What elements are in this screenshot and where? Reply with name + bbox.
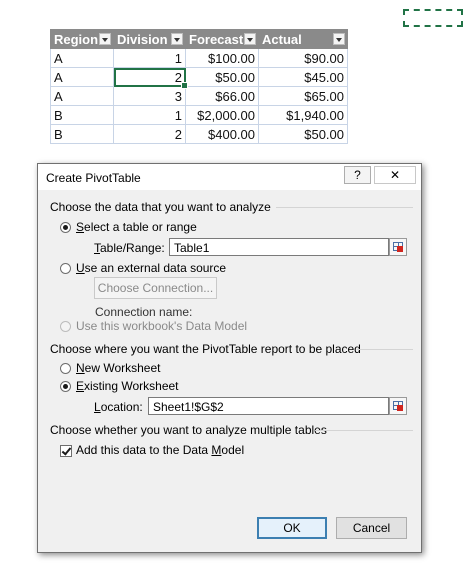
table-row: A 3 $66.00 $65.00 xyxy=(50,86,348,106)
destination-cell-marquee xyxy=(403,9,463,27)
location-input[interactable]: Sheet1!$G$2 xyxy=(148,397,389,415)
close-button[interactable]: ✕ xyxy=(374,166,416,184)
filter-dropdown-icon[interactable] xyxy=(333,33,345,45)
choose-connection-button[interactable]: Choose Connection... xyxy=(94,277,217,299)
existing-worksheet-radio[interactable] xyxy=(60,381,71,392)
filter-dropdown-icon[interactable] xyxy=(99,33,111,45)
help-button[interactable]: ? xyxy=(344,166,371,184)
divider xyxy=(315,430,413,431)
table-cell[interactable]: B xyxy=(50,124,114,144)
ok-button[interactable]: OK xyxy=(257,517,327,539)
add-data-model-label[interactable]: Add this data to the Data Model xyxy=(76,443,244,457)
header-forecast-label: Forecast xyxy=(189,31,244,47)
table-cell[interactable]: 1 xyxy=(113,105,186,125)
table-cell[interactable]: $45.00 xyxy=(258,67,348,87)
header-division[interactable]: Division xyxy=(113,29,186,49)
external-source-label[interactable]: Use an external data source xyxy=(76,261,226,275)
section-placement-label: Choose where you want the PivotTable rep… xyxy=(50,342,361,356)
table-cell[interactable]: $400.00 xyxy=(185,124,259,144)
table-cell[interactable]: A xyxy=(50,67,114,87)
existing-worksheet-label[interactable]: Existing Worksheet xyxy=(76,379,179,393)
divider xyxy=(276,207,413,208)
active-cell[interactable]: 2 xyxy=(113,67,188,89)
table-row: B 2 $400.00 $50.00 xyxy=(50,124,348,144)
header-division-label: Division xyxy=(117,31,168,47)
section-analyze-label: Choose the data that you want to analyze xyxy=(50,200,271,214)
fill-handle[interactable] xyxy=(181,82,188,89)
table-range-input[interactable]: Table1 xyxy=(169,238,389,256)
table-cell[interactable]: $50.00 xyxy=(185,67,259,87)
dialog-title: Create PivotTable xyxy=(46,171,141,185)
table-row: A 2 $50.00 $45.00 xyxy=(50,67,348,89)
table-row: B 1 $2,000.00 $1,940.00 xyxy=(50,105,348,125)
select-table-radio[interactable] xyxy=(60,222,71,233)
data-model-radio[interactable] xyxy=(60,321,71,332)
table-cell[interactable]: $100.00 xyxy=(185,48,259,68)
table-cell[interactable]: B xyxy=(50,105,114,125)
table-cell[interactable]: $1,940.00 xyxy=(258,105,348,125)
new-worksheet-radio[interactable] xyxy=(60,363,71,374)
table-range-label: Table/Range: xyxy=(94,241,165,255)
table-header-row: Region Division Forecast Actual xyxy=(50,29,348,49)
table-cell[interactable]: $2,000.00 xyxy=(185,105,259,125)
table-cell[interactable]: $65.00 xyxy=(258,86,348,106)
header-forecast[interactable]: Forecast xyxy=(185,29,259,49)
collapse-location-icon[interactable] xyxy=(389,397,407,415)
table-cell[interactable]: $90.00 xyxy=(258,48,348,68)
header-actual-label: Actual xyxy=(262,31,302,47)
cancel-button[interactable]: Cancel xyxy=(336,517,407,539)
collapse-range-icon[interactable] xyxy=(389,238,407,256)
table-row: A 1 $100.00 $90.00 xyxy=(50,48,348,68)
new-worksheet-label[interactable]: New Worksheet xyxy=(76,361,160,375)
select-table-label[interactable]: Select a table or range xyxy=(76,220,197,234)
table-cell[interactable]: $66.00 xyxy=(185,86,259,106)
table-cell[interactable]: $50.00 xyxy=(258,124,348,144)
create-pivottable-dialog: Create PivotTable ? ✕ Choose the data th… xyxy=(37,163,422,553)
divider xyxy=(357,349,413,350)
table-cell[interactable]: 3 xyxy=(113,86,186,106)
filter-dropdown-icon[interactable] xyxy=(171,33,183,45)
add-data-model-checkbox[interactable] xyxy=(60,445,72,457)
section-multiple-tables-label: Choose whether you want to analyze multi… xyxy=(50,423,327,437)
location-label: Location: xyxy=(94,400,143,414)
external-source-radio[interactable] xyxy=(60,263,71,274)
table-cell[interactable]: 1 xyxy=(113,48,186,68)
header-region[interactable]: Region xyxy=(50,29,114,49)
data-model-label: Use this workbook's Data Model xyxy=(76,319,248,333)
table-cell[interactable]: A xyxy=(50,86,114,106)
table-cell[interactable]: 2 xyxy=(113,124,186,144)
filter-dropdown-icon[interactable] xyxy=(244,33,256,45)
table-cell[interactable]: A xyxy=(50,48,114,68)
header-actual[interactable]: Actual xyxy=(258,29,348,49)
dialog-titlebar[interactable]: Create PivotTable ? ✕ xyxy=(38,164,421,190)
header-region-label: Region xyxy=(54,31,99,47)
data-table: Region Division Forecast Actual A 1 $100… xyxy=(50,29,348,144)
connection-name-label: Connection name: xyxy=(95,305,193,319)
